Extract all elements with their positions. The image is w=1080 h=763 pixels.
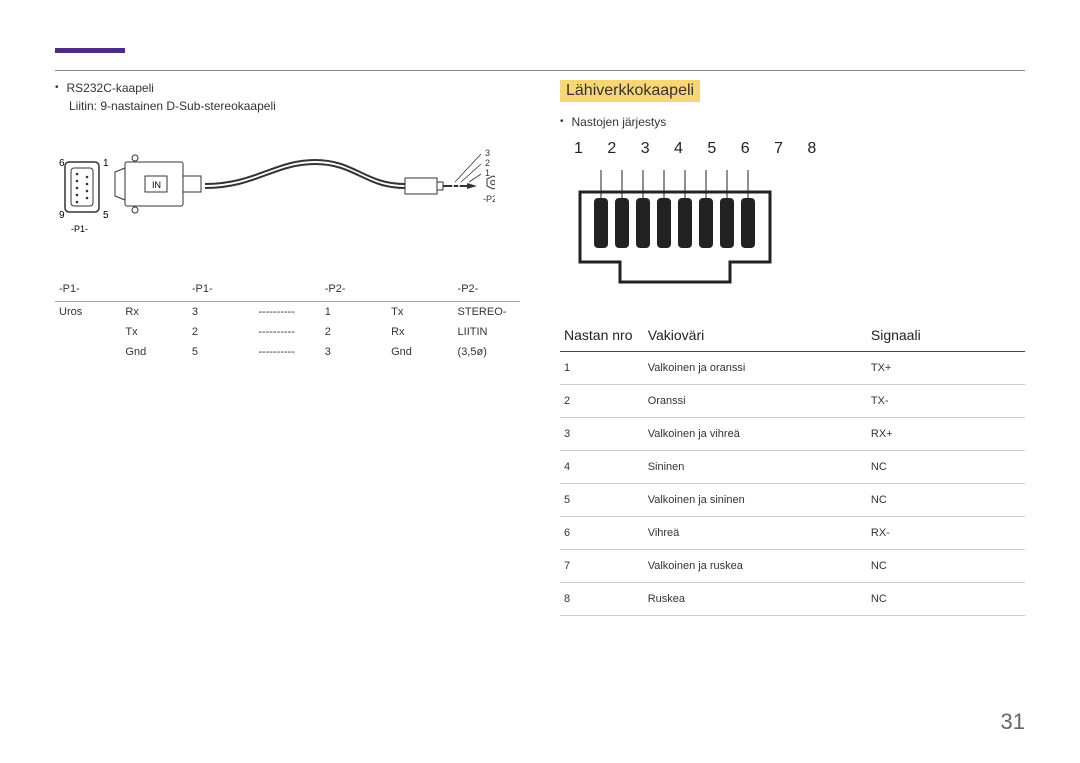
col-p1a: -P1- [55, 277, 121, 302]
rs232c-label: RS232C-kaapeli [67, 80, 154, 96]
cell: NC [867, 583, 1025, 616]
cell [55, 342, 121, 362]
cell: NC [867, 484, 1025, 517]
right-column: Lähiverkkokaapeli • Nastojen järjestys 1… [560, 80, 1025, 616]
page-content: • RS232C-kaapeli Liitin: 9-nastainen D-S… [0, 0, 1080, 656]
cell: Valkoinen ja ruskea [644, 550, 867, 583]
cell: 8 [560, 583, 644, 616]
cell: 3 [321, 342, 387, 362]
cell: NC [867, 550, 1025, 583]
cell: Valkoinen ja sininen [644, 484, 867, 517]
jack-contact-2: 2 [485, 158, 490, 168]
table-header-row: -P1- -P1- -P2- -P2- [55, 277, 520, 302]
table-row: 7 Valkoinen ja ruskea NC [560, 550, 1025, 583]
lan-pinout-table: Nastan nro Vakioväri Signaali 1 Valkoine… [560, 319, 1025, 616]
pin-order-bullet: • Nastojen järjestys [560, 114, 1025, 130]
page-number: 31 [1001, 709, 1025, 735]
cell: 6 [560, 517, 644, 550]
cell: 2 [560, 385, 644, 418]
cell: 5 [560, 484, 644, 517]
table-row: 2 Oranssi TX- [560, 385, 1025, 418]
top-divider [55, 70, 1025, 71]
cell: Valkoinen ja oranssi [644, 352, 867, 385]
cell: Tx [121, 322, 187, 342]
cell: 4 [560, 451, 644, 484]
cell: STEREO- [454, 302, 520, 323]
cell: ---------- [254, 342, 320, 362]
in-label: IN [152, 180, 161, 190]
accent-bar [55, 48, 125, 53]
rs232c-pin-table: -P1- -P1- -P2- -P2- Uros Rx 3 ----------… [55, 277, 520, 362]
bullet-icon: • [560, 114, 564, 130]
cell: Rx [387, 322, 453, 342]
cell: TX+ [867, 352, 1025, 385]
cell: Gnd [121, 342, 187, 362]
rj45-connector-diagram [560, 162, 790, 292]
col-p2b: -P2- [454, 277, 520, 302]
cell: LIITIN [454, 322, 520, 342]
table-row: 6 Vihreä RX- [560, 517, 1025, 550]
cell: 7 [560, 550, 644, 583]
cell: Uros [55, 302, 121, 323]
cell: Vihreä [644, 517, 867, 550]
table-row: Gnd 5 ---------- 3 Gnd (3,5ø) [55, 342, 520, 362]
cell: 3 [188, 302, 254, 323]
cell: Rx [121, 302, 187, 323]
table-row: Tx 2 ---------- 2 Rx LIITIN [55, 322, 520, 342]
table-row: 4 Sininen NC [560, 451, 1025, 484]
rj45-pin-numbers: 1 2 3 4 5 6 7 8 [574, 140, 1025, 158]
table-row: Uros Rx 3 ---------- 1 Tx STEREO- [55, 302, 520, 323]
cell: ---------- [254, 302, 320, 323]
cell: NC [867, 451, 1025, 484]
table-row: 3 Valkoinen ja vihreä RX+ [560, 418, 1025, 451]
col-p1b: -P1- [188, 277, 254, 302]
lan-cable-heading: Lähiverkkokaapeli [560, 80, 700, 102]
cell: 5 [188, 342, 254, 362]
dsub-pin1-label: 1 [103, 158, 109, 169]
cell [55, 322, 121, 342]
rs232c-bullet: • RS232C-kaapeli [55, 80, 520, 96]
p2-label: -P2- [483, 194, 495, 204]
jack-contact-3: 3 [485, 148, 490, 158]
pin-order-label: Nastojen järjestys [572, 114, 667, 130]
left-column: • RS232C-kaapeli Liitin: 9-nastainen D-S… [55, 80, 520, 616]
cell: Sininen [644, 451, 867, 484]
jack-contact-1: 1 [485, 168, 490, 178]
cell: Ruskea [644, 583, 867, 616]
table-row: 5 Valkoinen ja sininen NC [560, 484, 1025, 517]
cell: Tx [387, 302, 453, 323]
cell: (3,5ø) [454, 342, 520, 362]
cell: RX+ [867, 418, 1025, 451]
dsub-pin9-label: 9 [59, 210, 65, 221]
cell: TX- [867, 385, 1025, 418]
dsub-pin6-label: 6 [59, 158, 65, 169]
cell: 2 [188, 322, 254, 342]
cell: ---------- [254, 322, 320, 342]
dsub-pin5-label: 5 [103, 210, 109, 221]
table-header-row: Nastan nro Vakioväri Signaali [560, 319, 1025, 352]
bullet-icon: • [55, 80, 59, 96]
cell: RX- [867, 517, 1025, 550]
cell: 2 [321, 322, 387, 342]
col-color: Vakioväri [644, 319, 867, 352]
rs232c-cable-diagram: 6 1 9 5 -P1- IN [55, 140, 495, 250]
p1-label: -P1- [71, 224, 88, 234]
connector-desc: Liitin: 9-nastainen D-Sub-stereokaapeli [69, 98, 520, 114]
cell: 1 [321, 302, 387, 323]
col-p2a: -P2- [321, 277, 387, 302]
col-pin-number: Nastan nro [560, 319, 644, 352]
table-row: 8 Ruskea NC [560, 583, 1025, 616]
cell: Gnd [387, 342, 453, 362]
cell: Oranssi [644, 385, 867, 418]
cell: 3 [560, 418, 644, 451]
col-signal: Signaali [867, 319, 1025, 352]
cell: Valkoinen ja vihreä [644, 418, 867, 451]
cell: 1 [560, 352, 644, 385]
table-row: 1 Valkoinen ja oranssi TX+ [560, 352, 1025, 385]
